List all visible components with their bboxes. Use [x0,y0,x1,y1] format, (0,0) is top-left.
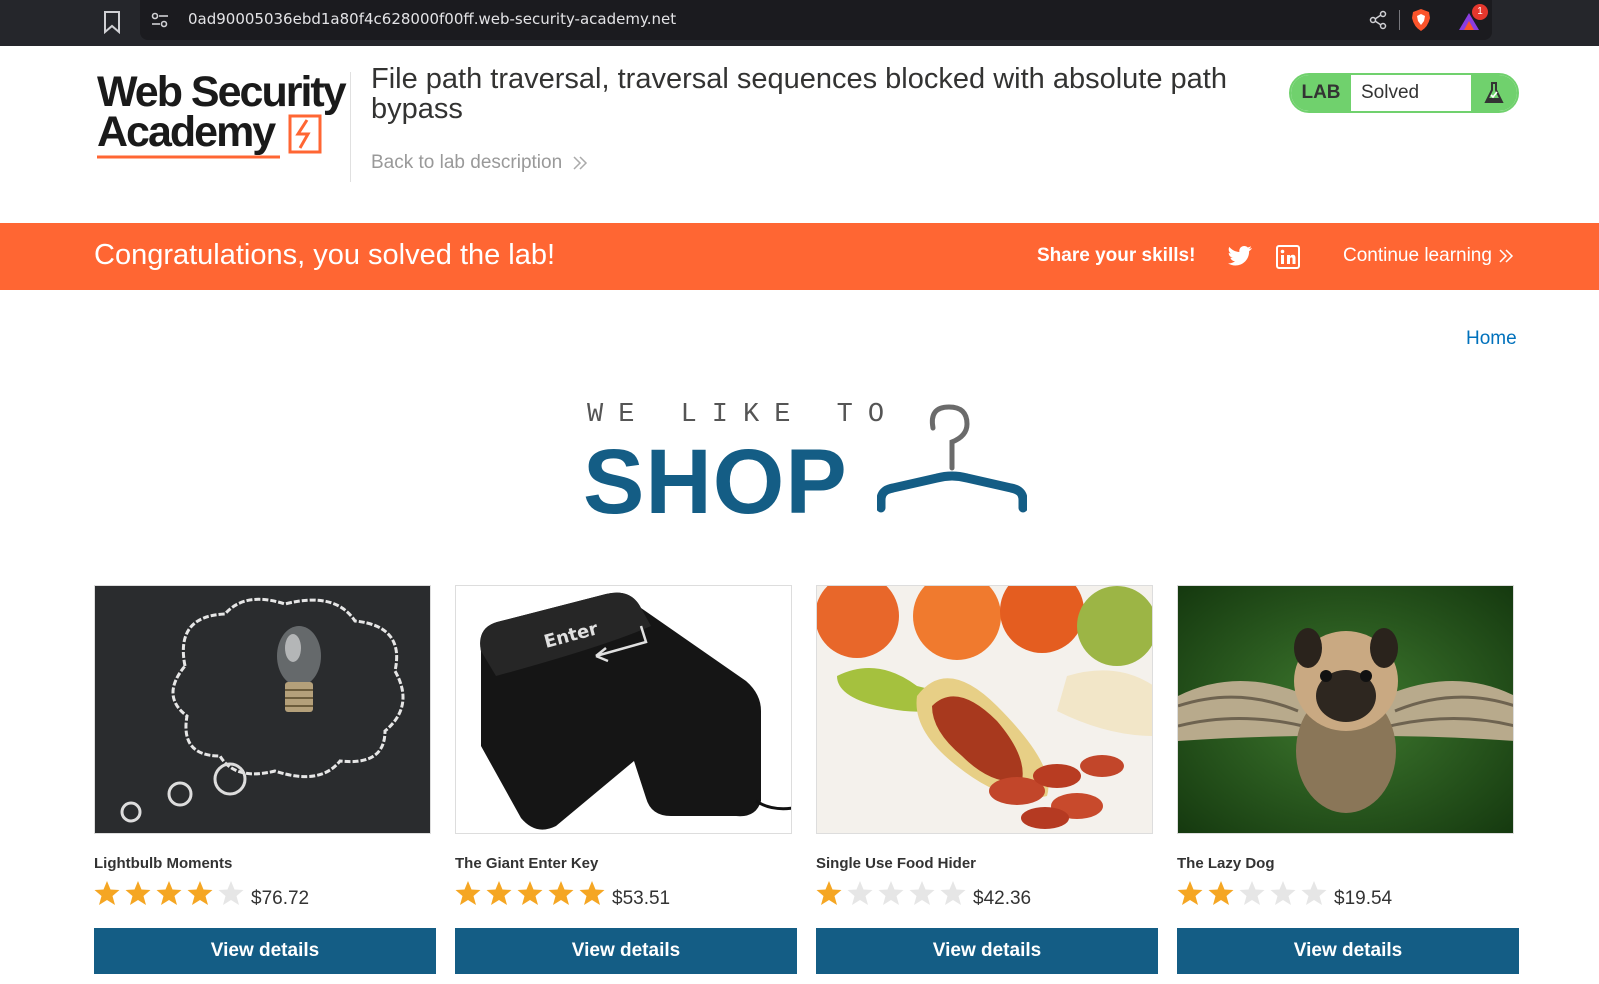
product-rating [816,880,966,906]
shop-wordmark: SHOP [583,431,848,533]
lab-solved-banner: Congratulations, you solved the lab! Sha… [0,223,1599,290]
site-info-icon[interactable] [150,10,170,30]
star-filled-icon [455,881,481,905]
star-empty-icon [847,881,873,905]
view-details-button[interactable]: View details [455,928,797,974]
flask-icon-box [1471,75,1517,111]
product-name: The Giant Enter Key [455,855,599,872]
flask-icon [1484,82,1504,103]
star-empty-icon [218,881,244,905]
product-name: The Lazy Dog [1177,855,1275,872]
product-rating [94,880,244,906]
home-link[interactable]: Home [1466,328,1517,350]
star-filled-icon [156,881,182,905]
bookmark-icon[interactable] [102,10,122,34]
product-price: $53.51 [612,888,671,909]
svg-text:Academy: Academy [97,108,276,156]
twitter-icon[interactable] [1228,245,1252,267]
lab-badge: LAB [1291,75,1351,111]
rewards-count-badge: 1 [1472,4,1488,20]
web-security-academy-logo[interactable]: Web Security Academy [95,70,347,162]
continue-learning-link[interactable]: Continue learning [1343,245,1514,267]
address-bar[interactable]: 0ad90005036ebd1a80f4c628000f00ff.web-sec… [140,0,1492,40]
url-text[interactable]: 0ad90005036ebd1a80f4c628000f00ff.web-sec… [188,10,676,28]
product-image: Enter [455,585,792,834]
product-rating [455,880,605,906]
star-filled-icon [486,881,512,905]
sausage-in-banana-image [817,586,1152,833]
linkedin-icon[interactable] [1276,245,1300,269]
product-price: $76.72 [251,888,310,909]
header-divider [350,72,351,182]
giant-enter-key-image: Enter [456,586,791,833]
star-filled-icon [579,881,605,905]
star-filled-icon [94,881,120,905]
double-chevron-right-icon [573,156,588,170]
star-filled-icon [1208,881,1234,905]
product-image [1177,585,1514,834]
star-empty-icon [909,881,935,905]
view-details-button[interactable]: View details [94,928,436,974]
share-skills-label: Share your skills! [1037,245,1196,266]
double-chevron-right-icon [1499,249,1514,263]
star-filled-icon [1177,881,1203,905]
star-filled-icon [816,881,842,905]
toolbar-separator [1399,10,1400,30]
lab-title: File path traversal, traversal sequences… [371,63,1227,125]
product-name: Single Use Food Hider [816,855,977,872]
shop-logo: WE LIKE TO SHOP [583,400,1030,533]
lab-status-widget: LAB Solved [1289,73,1519,113]
congratulations-message: Congratulations, you solved the lab! [94,239,556,271]
star-empty-icon [1301,881,1327,905]
star-empty-icon [1239,881,1265,905]
view-details-button[interactable]: View details [816,928,1158,974]
product-name: Lightbulb Moments [94,855,233,872]
lab-status-text: Solved [1361,82,1420,103]
back-to-lab-description-link[interactable]: Back to lab description [371,152,588,174]
shop-tagline: WE LIKE TO [587,400,900,430]
pug-with-wings-image [1178,586,1513,833]
product-price: $42.36 [973,888,1032,909]
share-icon[interactable] [1368,10,1388,30]
view-details-button[interactable]: View details [1177,928,1519,974]
product-price: $19.54 [1334,888,1393,909]
product-image [94,585,431,834]
product-rating [1177,880,1327,906]
back-link-label: Back to lab description [371,152,563,173]
product-image [816,585,1153,834]
star-filled-icon [187,881,213,905]
coat-hanger-icon [877,404,1027,513]
continue-learning-label: Continue learning [1343,245,1492,266]
star-filled-icon [517,881,543,905]
academy-header: Web Security Academy File path traversal… [0,46,1599,223]
star-empty-icon [1270,881,1296,905]
star-filled-icon [548,881,574,905]
browser-toolbar: 0ad90005036ebd1a80f4c628000f00ff.web-sec… [0,0,1599,46]
brave-shield-icon[interactable] [1410,8,1432,32]
star-empty-icon [940,881,966,905]
lightbulb-thought-cloud-image [95,586,430,833]
star-empty-icon [878,881,904,905]
star-filled-icon [125,881,151,905]
